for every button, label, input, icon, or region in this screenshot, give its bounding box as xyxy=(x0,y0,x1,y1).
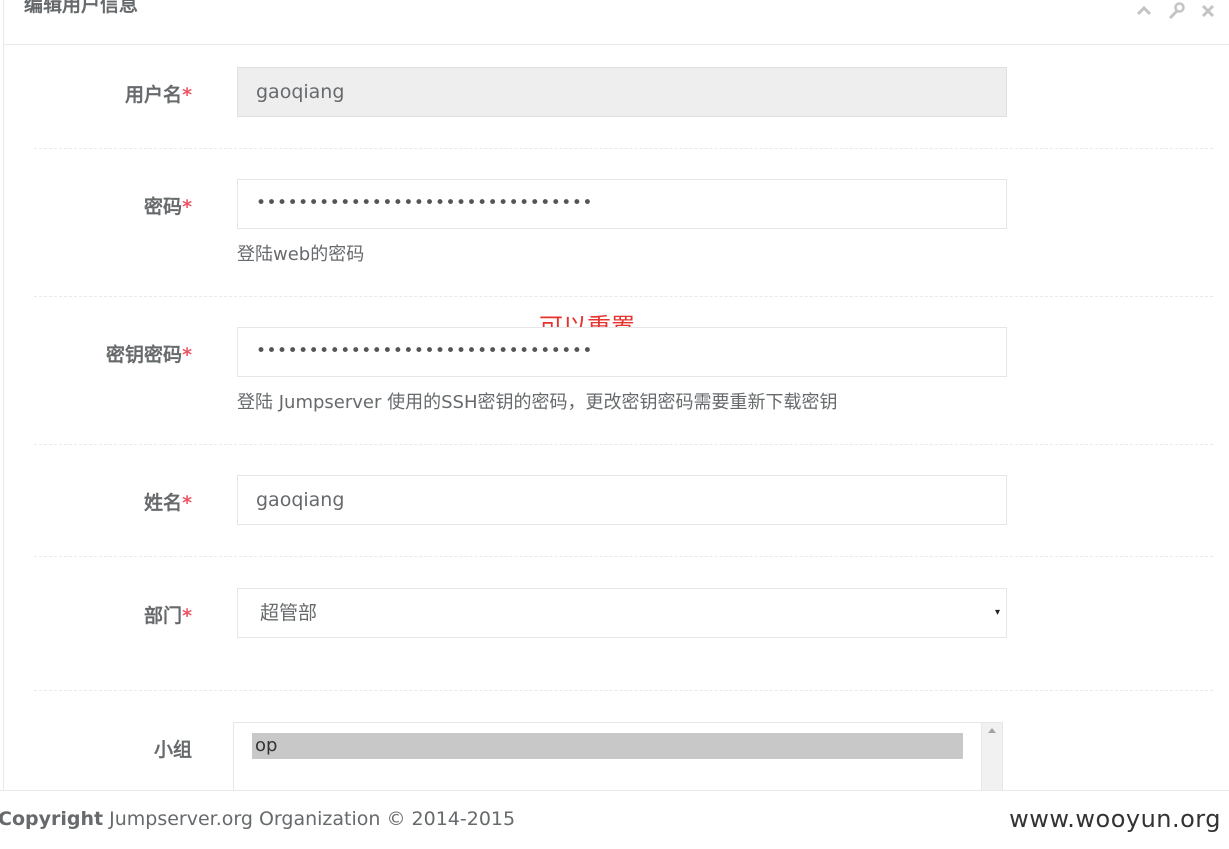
panel-header: 编辑用户信息 xyxy=(4,0,1229,45)
group-multiselect[interactable]: op xyxy=(233,722,1003,792)
divider xyxy=(34,690,1213,691)
group-label-text: 小组 xyxy=(153,739,192,761)
copyright-text: Jumpserver.org Organization © 2014-2015 xyxy=(103,808,516,830)
name-label-text: 姓名 xyxy=(144,492,183,514)
divider xyxy=(34,444,1213,445)
close-icon[interactable] xyxy=(1199,2,1217,20)
key-password-label-text: 密钥密码 xyxy=(106,344,183,366)
edit-user-panel: 编辑用户信息 用户名* gaoqiang 密码* •••••••••••••••… xyxy=(3,0,1229,790)
key-password-help: 登陆 Jumpserver 使用的SSH密钥的密码，更改密钥密码需要重新下载密钥 xyxy=(237,392,838,413)
required-mark: * xyxy=(182,605,192,627)
divider xyxy=(34,148,1213,149)
wrench-icon[interactable] xyxy=(1167,2,1185,20)
panel-tools xyxy=(1135,2,1217,20)
password-label-text: 密码 xyxy=(144,196,183,218)
password-label: 密码* xyxy=(4,192,192,219)
username-label: 用户名* xyxy=(4,80,192,107)
key-password-label: 密钥密码* xyxy=(4,340,192,367)
footer: Copyright Jumpserver.org Organization © … xyxy=(0,790,1229,849)
divider xyxy=(34,296,1213,297)
divider xyxy=(34,556,1213,557)
required-mark: * xyxy=(182,84,192,106)
username-field[interactable]: gaoqiang xyxy=(237,67,1007,117)
listbox-scrollbar[interactable] xyxy=(981,723,1002,791)
department-label: 部门* xyxy=(4,601,192,628)
group-label: 小组 xyxy=(4,735,192,762)
copyright-bold: Copyright xyxy=(0,808,104,830)
required-mark: * xyxy=(182,344,192,366)
password-field[interactable]: •••••••••••••••••••••••••••••••• xyxy=(237,179,1007,229)
scroll-up-icon[interactable] xyxy=(988,728,996,733)
key-password-field[interactable]: •••••••••••••••••••••••••••••••• xyxy=(237,327,1007,377)
group-option-op[interactable]: op xyxy=(252,733,963,759)
username-label-text: 用户名 xyxy=(125,84,183,106)
required-mark: * xyxy=(182,492,192,514)
department-select[interactable]: 超管部 ▾ xyxy=(237,588,1007,638)
department-label-text: 部门 xyxy=(144,605,183,627)
watermark: www.wooyun.org xyxy=(1009,805,1221,833)
footer-copyright: Copyright Jumpserver.org Organization © … xyxy=(0,808,515,830)
panel-title: 编辑用户信息 xyxy=(24,0,139,16)
chevron-up-icon[interactable] xyxy=(1135,2,1153,20)
password-help: 登陆web的密码 xyxy=(237,244,365,265)
department-selected-value: 超管部 xyxy=(260,602,318,624)
required-mark: * xyxy=(182,196,192,218)
name-label: 姓名* xyxy=(4,488,192,515)
chevron-down-icon: ▾ xyxy=(994,607,1000,618)
name-field[interactable]: gaoqiang xyxy=(237,475,1007,525)
